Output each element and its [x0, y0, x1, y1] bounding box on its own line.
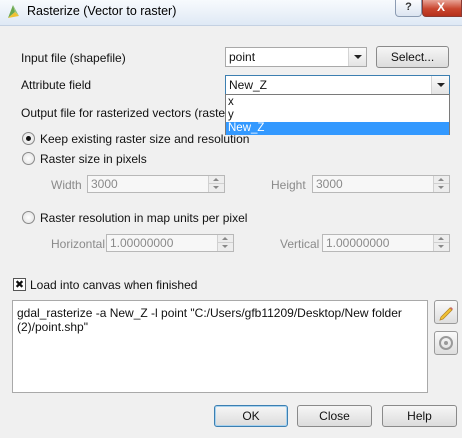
spin-down-icon[interactable] [434, 243, 449, 251]
raster-size-pixels-label[interactable]: Raster size in pixels [40, 152, 147, 166]
pencil-icon [439, 307, 453, 321]
horizontal-stepper[interactable] [217, 235, 233, 251]
spin-up-icon[interactable] [434, 235, 449, 243]
edit-command-button[interactable] [434, 300, 458, 324]
vertical-spinbox[interactable]: 1.00000000 [322, 234, 450, 252]
horizontal-value: 1.00000000 [110, 236, 174, 250]
load-canvas-label[interactable]: Load into canvas when finished [30, 278, 197, 292]
spin-down-icon[interactable] [218, 243, 233, 251]
spin-up-icon[interactable] [209, 176, 224, 184]
spin-down-icon[interactable] [434, 184, 449, 192]
command-text-area[interactable]: gdal_rasterize -a New_Z -l point "C:/Use… [12, 300, 428, 393]
title-close-button[interactable]: X [422, 0, 462, 17]
load-canvas-checkbox[interactable]: ✖ [13, 278, 26, 291]
attribute-dropdown-list[interactable]: x y New_Z [225, 94, 450, 135]
height-spinbox[interactable]: 3000 [312, 175, 450, 193]
keep-size-label[interactable]: Keep existing raster size and resolution [40, 132, 249, 146]
dropdown-option-y[interactable]: y [226, 109, 449, 122]
dropdown-option-x[interactable]: x [226, 96, 449, 109]
output-file-label: Output file for rasterized vectors (rast… [21, 106, 234, 120]
width-spinbox[interactable]: 3000 [87, 175, 225, 193]
window-title: Rasterize (Vector to raster) [27, 4, 177, 18]
rasterize-dialog: Rasterize (Vector to raster) ? X Input f… [0, 0, 462, 438]
dropdown-option-new-z[interactable]: New_Z [226, 122, 449, 135]
raster-resolution-radio[interactable] [22, 211, 35, 224]
select-file-button[interactable]: Select... [376, 46, 449, 68]
input-file-value: point [229, 50, 256, 64]
width-value: 3000 [91, 177, 118, 191]
help-button[interactable]: Help [382, 405, 457, 427]
height-value: 3000 [316, 177, 343, 191]
attribute-field-label: Attribute field [21, 78, 92, 92]
spin-up-icon[interactable] [434, 176, 449, 184]
ok-button[interactable]: OK [214, 405, 288, 427]
attribute-field-value: New_Z [229, 78, 268, 92]
height-stepper[interactable] [433, 176, 449, 192]
input-file-label: Input file (shapefile) [21, 51, 126, 65]
horizontal-label: Horizontal [51, 237, 106, 251]
width-label: Width [51, 178, 82, 192]
height-label: Height [271, 178, 306, 192]
spin-up-icon[interactable] [218, 235, 233, 243]
title-bar[interactable]: Rasterize (Vector to raster) ? X [0, 0, 462, 26]
vertical-label: Vertical [280, 237, 320, 251]
raster-size-pixels-radio[interactable] [22, 152, 35, 165]
raster-resolution-label[interactable]: Raster resolution in map units per pixel [40, 211, 247, 225]
close-icon: X [437, 0, 446, 14]
input-file-combo[interactable]: point [225, 47, 367, 67]
title-help-button[interactable]: ? [395, 0, 422, 17]
reset-command-button[interactable] [434, 331, 458, 355]
close-button[interactable]: Close [297, 405, 372, 427]
chevron-down-icon[interactable] [348, 48, 366, 66]
attribute-field-combo[interactable]: New_Z [225, 75, 450, 95]
width-stepper[interactable] [208, 176, 224, 192]
vertical-stepper[interactable] [433, 235, 449, 251]
chevron-down-icon[interactable] [431, 76, 449, 94]
vertical-value: 1.00000000 [326, 236, 390, 250]
spin-down-icon[interactable] [209, 184, 224, 192]
reset-icon [439, 336, 453, 350]
qgis-logo-icon [8, 5, 19, 18]
horizontal-spinbox[interactable]: 1.00000000 [106, 234, 234, 252]
keep-size-radio[interactable] [22, 132, 35, 145]
